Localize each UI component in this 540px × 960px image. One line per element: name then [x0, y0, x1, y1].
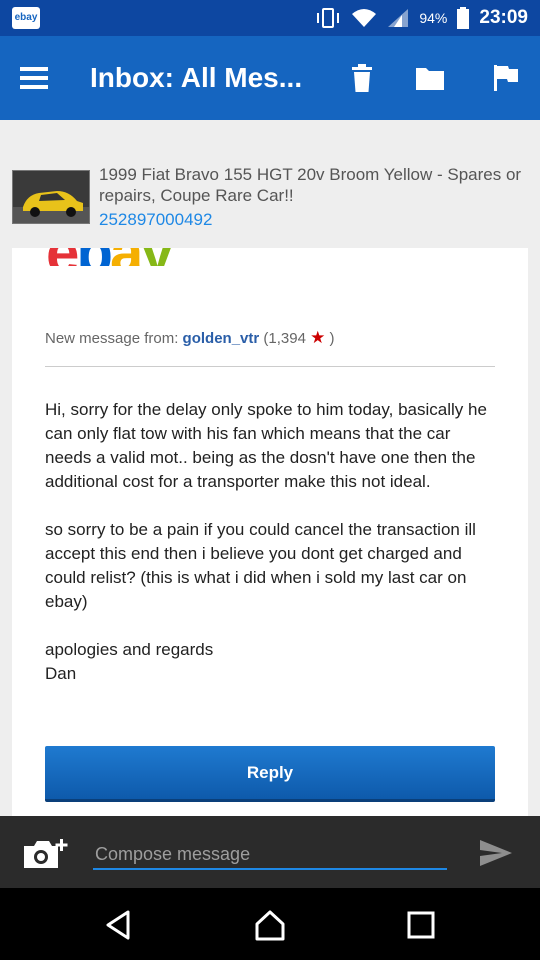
delete-icon[interactable] [346, 62, 378, 94]
status-bar: ebay 94% 23:09 [0, 0, 540, 36]
compose-message-input[interactable] [93, 840, 447, 870]
divider [45, 366, 495, 367]
sender-username[interactable]: golden_vtr [183, 330, 260, 347]
folder-icon[interactable] [414, 62, 446, 94]
item-number-link[interactable]: 252897000492 [99, 210, 212, 230]
from-label: New message from: [45, 330, 179, 347]
flag-icon[interactable] [490, 62, 522, 94]
camera-add-icon[interactable] [22, 836, 68, 870]
feedback-star-icon: ★ [310, 328, 326, 347]
message-closing: apologies and regards [45, 640, 214, 659]
message-paragraph: so sorry to be a pain if you could cance… [45, 520, 476, 611]
compose-bar [0, 816, 540, 888]
car-photo [13, 171, 89, 223]
signal-icon [388, 9, 409, 27]
menu-icon[interactable] [20, 60, 56, 96]
item-thumbnail[interactable] [12, 170, 90, 224]
message-body: Hi, sorry for the delay only spoke to hi… [45, 398, 500, 686]
wifi-icon [352, 9, 377, 27]
battery-icon [457, 7, 470, 29]
message-card: ebay New message from: golden_vtr (1,394… [12, 248, 528, 818]
recent-apps-icon[interactable] [404, 908, 438, 942]
battery-percent: 94% [419, 10, 448, 26]
home-icon[interactable] [253, 908, 287, 942]
send-icon[interactable] [478, 838, 514, 868]
item-title[interactable]: 1999 Fiat Bravo 155 HGT 20v Broom Yellow… [99, 164, 529, 206]
app-bar: Inbox: All Mes... [0, 36, 540, 120]
status-icons: 94% 23:09 [315, 0, 528, 36]
message-signature: Dan [45, 664, 77, 683]
item-header[interactable]: 1999 Fiat Bravo 155 HGT 20v Broom Yellow… [0, 144, 540, 246]
vibrate-icon [317, 8, 340, 28]
feedback-close: ) [329, 330, 335, 347]
feedback-score: (1,394 [263, 330, 306, 347]
message-from: New message from: golden_vtr (1,394 ★ ) [45, 328, 335, 348]
navigation-bar [0, 888, 540, 960]
ebay-logo: ebay [46, 248, 246, 266]
clock: 23:09 [479, 7, 528, 28]
reply-button[interactable]: Reply [45, 746, 495, 802]
page-title: Inbox: All Mes... [90, 62, 303, 93]
back-icon[interactable] [102, 908, 136, 942]
message-paragraph: Hi, sorry for the delay only spoke to hi… [45, 400, 487, 491]
ebay-notification-icon: ebay [12, 7, 40, 29]
